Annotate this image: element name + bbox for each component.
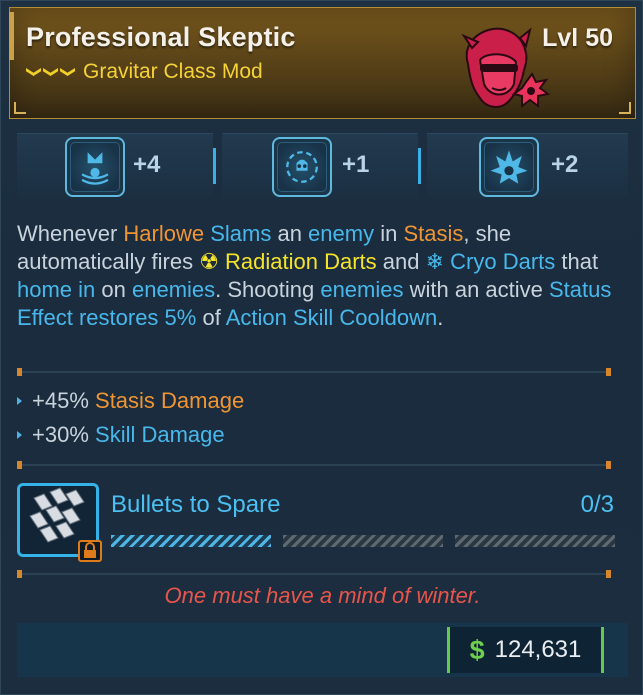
desc-text: on [95,277,132,302]
section-divider [17,461,611,469]
item-name: Professional Skeptic [26,22,296,52]
bullet-arrow-icon [17,397,22,405]
skill-bonuses: +4 +1 +2 [17,133,628,199]
stat-label: Stasis Damage [95,388,245,413]
skill-bonus-value-3: +2 [551,151,579,178]
skill-bonus-value-1: +4 [133,151,161,178]
keyword-slams: Slams [210,221,272,246]
lock-icon [78,540,102,562]
keyword-enemies: enemies [131,277,216,302]
skill-separator [418,148,421,184]
skill-bonus-1[interactable]: +4 [17,133,216,199]
flavor-text: One must have a mind of winter. [164,583,481,608]
progress-segment-1 [111,535,271,547]
item-description: Whenever Harlowe Slams an enemy in Stasi… [17,220,617,332]
skill-icon-1 [65,137,125,197]
desc-text: . Shooting [215,277,321,302]
desc-text: Whenever [17,221,124,246]
keyword-action-skill-cooldown: Action Skill Cooldown [225,305,438,330]
desc-text: . [437,305,444,330]
item-type: Gravitar Class Mod [83,60,263,83]
header-accent [9,12,14,60]
price-value: 124,631 [494,636,582,663]
desc-text: in [374,221,404,246]
stat-value: +30% [32,422,89,447]
desc-text: that [555,249,599,274]
stat-value: +45% [32,388,89,413]
desc-text: and [376,249,426,274]
bullets-augment-icon[interactable] [17,483,102,562]
item-level: Lvl 50 [542,24,613,52]
section-divider [17,368,611,376]
keyword-enemies: enemies [320,277,404,302]
item-card: Professional Skeptic Gravitar Class Mod … [0,0,643,695]
keyword-home-in: home in [17,277,96,302]
item-price: $ 124,631 [447,627,604,673]
value-footer: $ 124,631 [17,623,628,677]
rarity-icon [26,68,75,76]
keyword-cryo-darts: Cryo Darts [450,249,556,274]
character-portrait-icon [461,27,550,108]
desc-text: of [196,305,226,330]
item-type-row: Gravitar Class Mod [26,60,263,84]
header-corner-bl [14,102,26,114]
item-header: Professional Skeptic Gravitar Class Mod … [9,7,636,119]
progress-segment-3 [455,535,615,547]
skill-bonus-3[interactable]: +2 [427,133,628,199]
skill-icon-2 [272,137,332,197]
stat-line-2: +30% Skill Damage [17,422,225,448]
stat-line-1: +45% Stasis Damage [17,388,244,414]
desc-text: an [271,221,309,246]
keyword-stasis: Stasis [403,221,464,246]
radiation-icon: ☢ [199,249,226,274]
dollar-icon: $ [469,634,485,665]
progress-segment-2 [283,535,443,547]
header-corner-br [619,102,631,114]
section-divider [17,570,611,578]
skill-bonus-value-2: +1 [342,151,370,178]
keyword-enemy: enemy [308,221,375,246]
augment-progress-count: 0/3 [580,491,614,518]
augment-title: Bullets to Spare [111,491,281,518]
stat-label: Skill Damage [95,422,225,447]
keyword-harlowe: Harlowe [123,221,205,246]
skill-icon-3 [479,137,539,197]
bullet-arrow-icon [17,431,22,439]
skill-separator [213,148,216,184]
cryo-icon: ❄ [425,249,451,274]
keyword-radiation-darts: Radiation Darts [225,249,377,274]
skill-bonus-2[interactable]: +1 [222,133,421,199]
desc-text: with an active [403,277,549,302]
